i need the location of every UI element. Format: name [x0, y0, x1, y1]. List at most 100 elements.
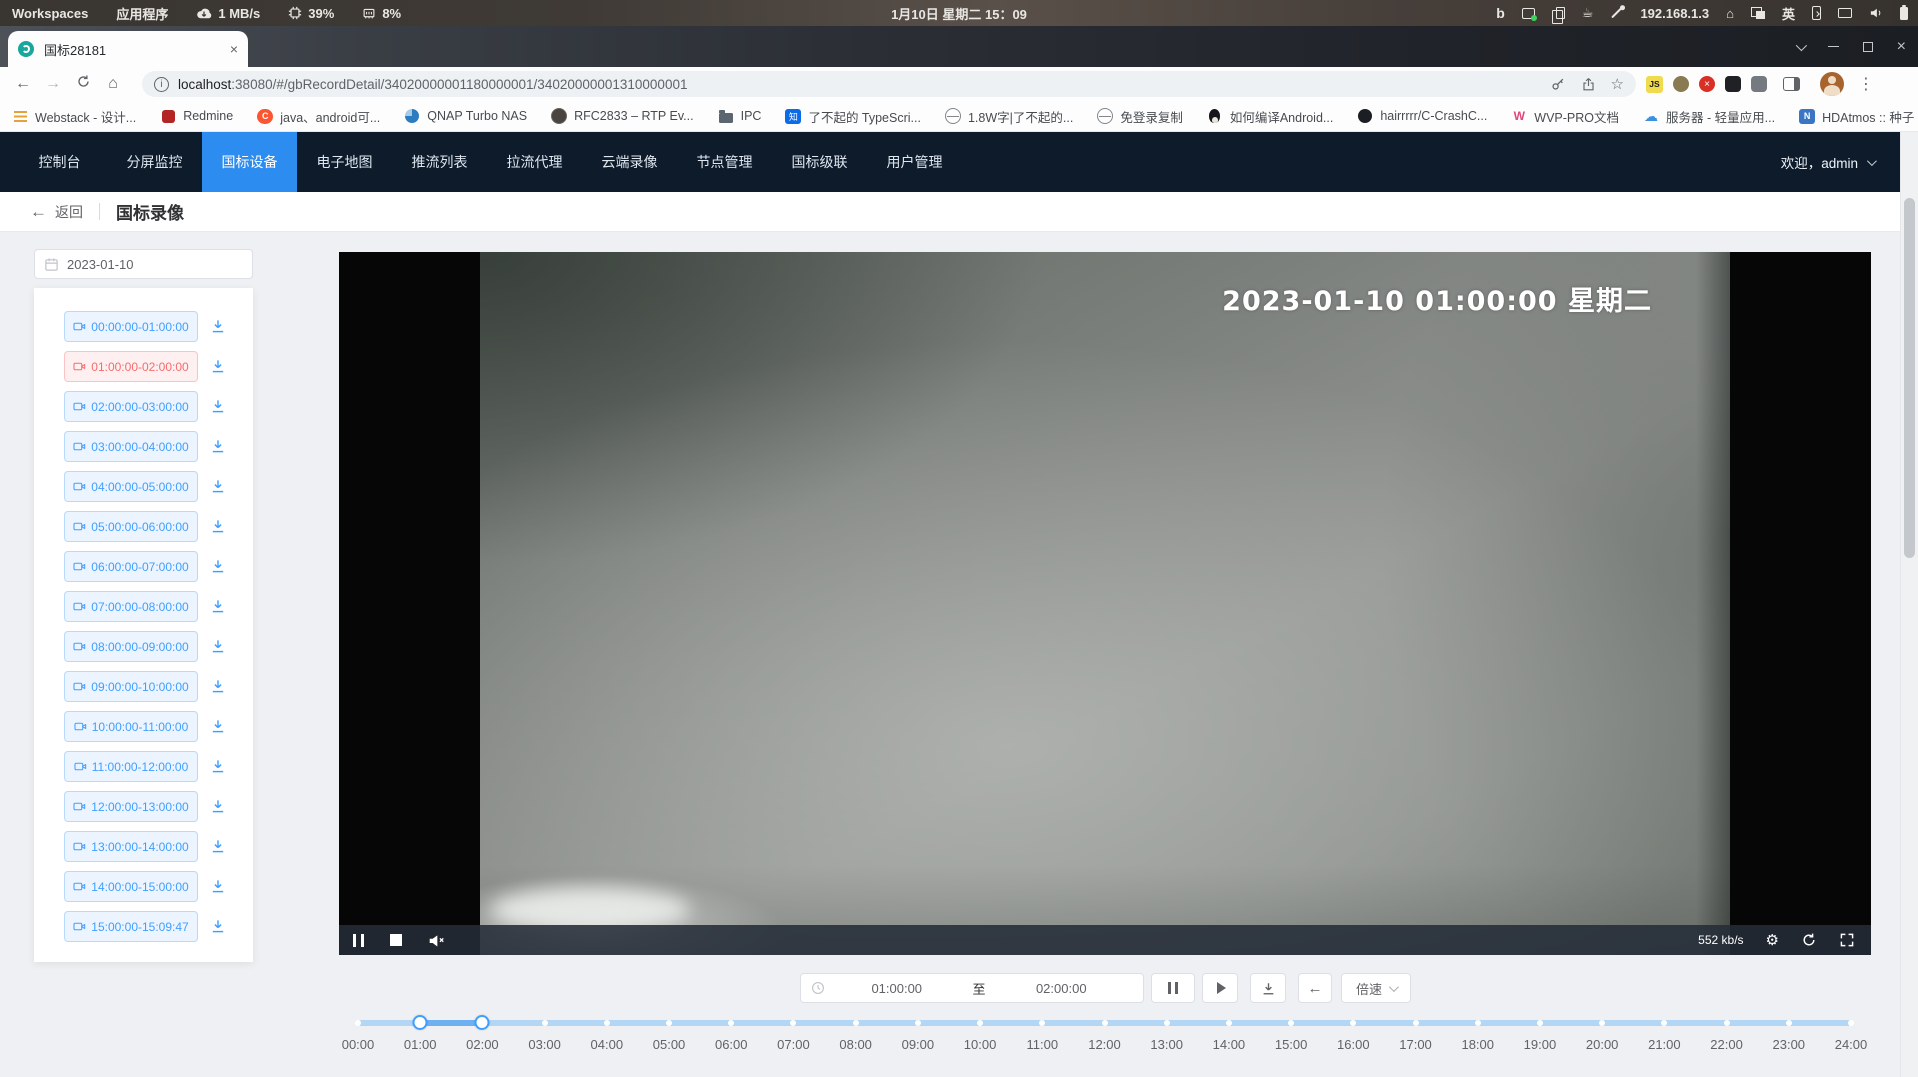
clipboard-icon[interactable] [1556, 7, 1565, 19]
windows-stack-icon[interactable] [1751, 7, 1765, 19]
record-range-button[interactable]: 08:00:00-09:00:00 [64, 631, 198, 662]
time-range-input[interactable]: 01:00:00 至 02:00:00 [800, 973, 1144, 1003]
record-download-button[interactable] [210, 478, 226, 497]
ip-address-indicator[interactable]: 192.168.1.3 [1640, 6, 1709, 21]
date-picker-input[interactable]: 2023-01-10 [34, 249, 253, 279]
record-download-button[interactable] [210, 598, 226, 617]
record-range-button[interactable]: 02:00:00-03:00:00 [64, 391, 198, 422]
nav-tab[interactable]: 国标设备 [202, 132, 297, 192]
record-download-button[interactable] [210, 758, 226, 777]
record-download-button[interactable] [210, 798, 226, 817]
record-range-button[interactable]: 03:00:00-04:00:00 [64, 431, 198, 462]
bookmark-item[interactable]: ☁服务器 - 轻量应用... [1643, 107, 1775, 126]
back-button[interactable]: ← [8, 75, 38, 93]
record-range-button[interactable]: 10:00:00-11:00:00 [64, 711, 198, 742]
password-key-icon[interactable] [1550, 76, 1566, 92]
bookmark-item[interactable]: QNAP Turbo NAS [404, 108, 527, 124]
player-mute-icon[interactable] [428, 933, 445, 948]
nav-tab[interactable]: 云端录像 [582, 132, 677, 192]
record-range-button[interactable]: 05:00:00-06:00:00 [64, 511, 198, 542]
timeline-start-handle[interactable] [413, 1015, 428, 1030]
player-refresh-icon[interactable] [1801, 932, 1817, 948]
player-stop-icon[interactable] [390, 934, 402, 946]
record-download-button[interactable] [210, 718, 226, 737]
phone-link-icon[interactable] [1812, 6, 1821, 20]
display-icon[interactable] [1838, 8, 1852, 18]
workspaces-button[interactable]: Workspaces [12, 6, 88, 21]
home-button[interactable]: ⌂ [98, 75, 128, 93]
player-fullscreen-icon[interactable] [1839, 932, 1855, 948]
player-pause-icon[interactable] [353, 934, 364, 947]
color-picker-icon[interactable] [1612, 8, 1623, 19]
player-settings-gear-icon[interactable]: ⚙ [1766, 933, 1779, 948]
home-tray-icon[interactable]: ⌂ [1726, 6, 1734, 21]
user-menu[interactable]: 欢迎，admin [1781, 152, 1900, 172]
record-range-button[interactable]: 13:00:00-14:00:00 [64, 831, 198, 862]
record-range-button[interactable]: 01:00:00-02:00:00 [64, 351, 198, 382]
back-arrow-icon[interactable]: ← [30, 202, 47, 222]
cpu-indicator[interactable]: 39% [288, 6, 334, 21]
bookmark-item[interactable]: 1.8W字|了不起的... [945, 107, 1073, 126]
record-range-button[interactable]: 15:00:00-15:09:47 [64, 911, 198, 942]
record-range-button[interactable]: 07:00:00-08:00:00 [64, 591, 198, 622]
bookmark-item[interactable]: 知了不起的 TypeScri... [785, 107, 921, 126]
record-download-button[interactable] [210, 358, 226, 377]
nav-tab[interactable]: 推流列表 [392, 132, 487, 192]
record-download-button[interactable] [210, 918, 226, 937]
record-range-button[interactable]: 12:00:00-13:00:00 [64, 791, 198, 822]
tray-app-b-icon[interactable]: b [1496, 6, 1505, 20]
volume-icon[interactable] [1869, 7, 1883, 19]
window-maximize-button[interactable] [1863, 42, 1873, 52]
record-download-button[interactable] [210, 438, 226, 457]
record-range-button[interactable]: 04:00:00-05:00:00 [64, 471, 198, 502]
pause-button[interactable] [1151, 973, 1195, 1003]
nav-tab[interactable]: 国标级联 [772, 132, 867, 192]
bookmark-item[interactable]: WWVP-PRO文档 [1511, 107, 1619, 126]
nav-tab[interactable]: 电子地图 [297, 132, 392, 192]
bookmark-item[interactable]: NHDAtmos :: 种子 *... [1799, 107, 1918, 126]
battery-icon[interactable] [1900, 7, 1908, 20]
coffee-caffeine-icon[interactable]: ☕ [1582, 5, 1594, 21]
scrollbar-thumb[interactable] [1904, 198, 1915, 558]
bookmark-item[interactable]: RFC2833 – RTP Ev... [551, 108, 694, 124]
nav-tab[interactable]: 分屏监控 [107, 132, 202, 192]
side-panel-icon[interactable] [1783, 77, 1800, 91]
record-download-button[interactable] [210, 558, 226, 577]
start-time-value[interactable]: 01:00:00 [825, 981, 969, 996]
record-download-button[interactable] [210, 518, 226, 537]
nav-tab[interactable]: 控制台 [12, 132, 107, 192]
nav-tab[interactable]: 拉流代理 [487, 132, 582, 192]
bookmark-item[interactable]: 免登录复制 [1097, 107, 1183, 126]
record-download-button[interactable] [210, 398, 226, 417]
record-range-button[interactable]: 09:00:00-10:00:00 [64, 671, 198, 702]
applications-button[interactable]: 应用程序 [116, 4, 168, 23]
network-speed-indicator[interactable]: 1 MB/s [196, 6, 260, 21]
play-button[interactable] [1202, 973, 1238, 1003]
tab-close-icon[interactable]: × [230, 42, 238, 56]
nav-tab[interactable]: 节点管理 [677, 132, 772, 192]
forward-button[interactable]: → [38, 75, 68, 93]
tab-search-chevron-icon[interactable] [1795, 39, 1806, 50]
extension-olive-icon[interactable] [1673, 76, 1689, 92]
profile-avatar[interactable] [1820, 72, 1844, 96]
record-download-button[interactable] [210, 878, 226, 897]
share-icon[interactable] [1581, 77, 1596, 92]
record-range-button[interactable]: 06:00:00-07:00:00 [64, 551, 198, 582]
extension-dark-icon[interactable] [1725, 76, 1741, 92]
nav-tab[interactable]: 用户管理 [867, 132, 962, 192]
window-minimize-button[interactable] [1828, 46, 1839, 48]
chat-status-icon[interactable] [1522, 8, 1535, 19]
page-scrollbar[interactable] [1900, 132, 1918, 1077]
bookmark-item[interactable]: IPC [718, 108, 762, 124]
seek-back-button[interactable]: ← [1298, 973, 1332, 1003]
bookmark-item[interactable]: Webstack - 设计... [12, 107, 136, 126]
bookmark-item[interactable]: 如何编译Android... [1207, 107, 1334, 126]
record-range-button[interactable]: 11:00:00-12:00:00 [64, 751, 198, 782]
bookmark-item[interactable]: Redmine [160, 108, 233, 124]
record-range-button[interactable]: 00:00:00-01:00:00 [64, 311, 198, 342]
extensions-puzzle-icon[interactable] [1751, 76, 1767, 92]
record-download-button[interactable] [210, 678, 226, 697]
extension-red-icon[interactable]: × [1699, 76, 1715, 92]
browser-tab[interactable]: 国标28181 × [8, 31, 248, 67]
bookmark-star-icon[interactable]: ☆ [1611, 75, 1624, 93]
